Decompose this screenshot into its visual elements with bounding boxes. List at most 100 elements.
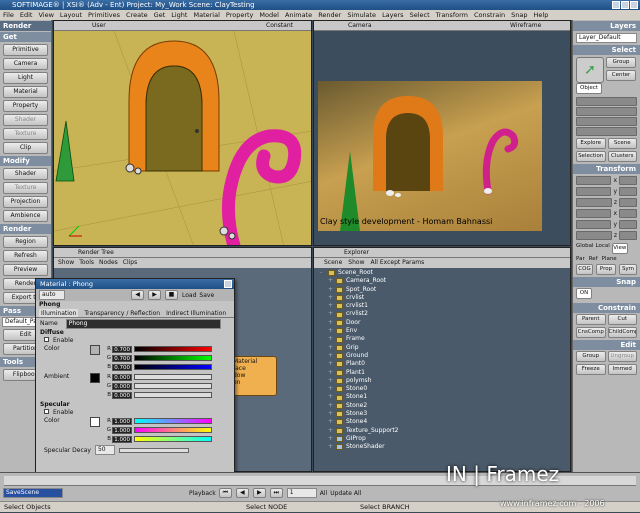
- ambient-swatch[interactable]: [90, 373, 100, 383]
- tree-item[interactable]: + Grip: [320, 344, 570, 352]
- menu-material[interactable]: Material: [193, 10, 219, 20]
- tab-indirect[interactable]: Indirect Illumination: [166, 309, 226, 317]
- ambient-b-slider[interactable]: [134, 392, 212, 398]
- render-tree-menu-show[interactable]: Show: [58, 258, 74, 268]
- specular-g-value[interactable]: 1.000: [112, 426, 132, 434]
- ambient-r-value[interactable]: 0.000: [112, 373, 132, 381]
- plane-toggle[interactable]: Plane: [602, 256, 617, 262]
- explorer-menu-show[interactable]: Show: [348, 258, 364, 268]
- camera-button[interactable]: Camera: [3, 58, 48, 70]
- menu-simulate[interactable]: Simulate: [347, 10, 376, 20]
- menu-constrain[interactable]: Constrain: [474, 10, 505, 20]
- diffuse-g-slider[interactable]: [134, 355, 212, 361]
- menu-light[interactable]: Light: [171, 10, 187, 20]
- viewport-label-user[interactable]: User: [92, 21, 106, 31]
- render-tree-menu-tools[interactable]: Tools: [79, 258, 94, 268]
- refresh-button[interactable]: Refresh: [3, 250, 48, 262]
- specular-b-slider[interactable]: [134, 436, 212, 442]
- menu-help[interactable]: Help: [534, 10, 549, 20]
- play-back-icon[interactable]: ◀: [235, 488, 249, 498]
- tree-item[interactable]: + StoneShader: [320, 443, 570, 451]
- diffuse-b-slider[interactable]: [134, 364, 212, 370]
- tree-item[interactable]: + Plant0: [320, 360, 570, 368]
- material-node[interactable]: Material face dow on: [229, 356, 277, 396]
- ambience-button[interactable]: Ambience: [3, 210, 48, 222]
- save-preset-button[interactable]: Save: [199, 292, 214, 299]
- viewport-shading-constant[interactable]: Constant: [266, 21, 293, 31]
- menu-get[interactable]: Get: [154, 10, 166, 20]
- menu-view[interactable]: View: [38, 10, 53, 20]
- tree-item[interactable]: + Stone1: [320, 393, 570, 401]
- playback-menu[interactable]: Playback: [189, 490, 216, 497]
- diffuse-enable-checkbox[interactable]: [44, 337, 49, 342]
- diffuse-r-value[interactable]: 0.700: [112, 345, 132, 353]
- menu-transform[interactable]: Transform: [436, 10, 468, 20]
- ambient-b-value[interactable]: 0.000: [112, 391, 132, 399]
- tree-item[interactable]: + Stone3: [320, 410, 570, 418]
- specular-g-slider[interactable]: [134, 427, 212, 433]
- auto-select[interactable]: auto: [39, 290, 65, 300]
- property-button[interactable]: Property: [3, 100, 48, 112]
- viewport-label-camera[interactable]: Camera: [348, 21, 372, 31]
- diffuse-r-slider[interactable]: [134, 346, 212, 352]
- material-node-port[interactable]: dow: [233, 372, 273, 379]
- diffuse-g-value[interactable]: 0.700: [112, 354, 132, 362]
- snap-on-toggle[interactable]: ON: [576, 288, 592, 299]
- clip-button[interactable]: Clip: [3, 142, 48, 154]
- user-viewport[interactable]: User Constant: [53, 20, 312, 246]
- menu-render[interactable]: Render: [318, 10, 341, 20]
- tree-item[interactable]: + Plant1: [320, 369, 570, 377]
- parent-button[interactable]: Parent: [576, 314, 606, 325]
- tree-item[interactable]: - Scene_Root: [320, 269, 570, 277]
- render-tree-menu-nodes[interactable]: Nodes: [99, 258, 118, 268]
- local-toggle[interactable]: Local: [596, 243, 610, 254]
- ambient-g-slider[interactable]: [134, 383, 212, 389]
- scene-button[interactable]: Scene: [607, 138, 637, 149]
- toolbar-tab-render[interactable]: Render: [0, 21, 51, 31]
- explorer-menu-filter[interactable]: All Except Params: [371, 258, 425, 268]
- menu-edit[interactable]: Edit: [20, 10, 33, 20]
- cnscomp-button[interactable]: CnsComp: [576, 327, 606, 338]
- material-node-port[interactable]: face: [233, 365, 273, 372]
- tree-item[interactable]: + polymsh: [320, 377, 570, 385]
- view-toggle[interactable]: View: [611, 243, 628, 254]
- tab-transparency[interactable]: Transparency / Reflection: [84, 309, 160, 317]
- modify-shader-button[interactable]: Shader: [3, 168, 48, 180]
- menu-model[interactable]: Model: [259, 10, 279, 20]
- tree-item[interactable]: + Camera_Root: [320, 277, 570, 285]
- childcomp-button[interactable]: ChildComp: [607, 327, 637, 338]
- last-frame-icon[interactable]: ⏭: [269, 488, 283, 498]
- freeze-button[interactable]: Freeze: [576, 364, 606, 375]
- tree-item[interactable]: + Env: [320, 327, 570, 335]
- explorer-menu-scene[interactable]: Scene: [324, 258, 342, 268]
- menu-snap[interactable]: Snap: [511, 10, 527, 20]
- load-button[interactable]: Load: [182, 292, 196, 299]
- material-node-port[interactable]: on: [233, 379, 273, 386]
- primitive-button[interactable]: Primitive: [3, 44, 48, 56]
- select-object-button[interactable]: Object: [576, 83, 602, 94]
- ambient-g-value[interactable]: 0.000: [112, 382, 132, 390]
- next-icon[interactable]: ▶: [148, 290, 161, 300]
- menu-primitives[interactable]: Primitives: [88, 10, 120, 20]
- ref-toggle[interactable]: Ref: [589, 256, 598, 262]
- play-icon[interactable]: ▶: [252, 488, 266, 498]
- clusters-button[interactable]: Clusters: [607, 151, 637, 162]
- first-frame-icon[interactable]: ⏮: [218, 488, 232, 498]
- all-button[interactable]: All: [320, 490, 327, 497]
- menu-animate[interactable]: Animate: [285, 10, 312, 20]
- specular-enable-checkbox[interactable]: [44, 409, 49, 414]
- tree-item[interactable]: + Stone2: [320, 402, 570, 410]
- lock-icon[interactable]: ■: [165, 290, 178, 300]
- menu-layers[interactable]: Layers: [382, 10, 404, 20]
- tree-item[interactable]: + crvlist1: [320, 302, 570, 310]
- menu-create[interactable]: Create: [126, 10, 148, 20]
- close-icon[interactable]: [630, 1, 638, 9]
- tree-item[interactable]: + Stone4: [320, 418, 570, 426]
- tree-item[interactable]: + Frame: [320, 335, 570, 343]
- update-all-button[interactable]: Update All: [330, 490, 361, 497]
- maximize-icon[interactable]: [621, 1, 629, 9]
- specular-r-value[interactable]: 1.000: [112, 417, 132, 425]
- texture-button[interactable]: Texture: [3, 128, 48, 140]
- tab-illumination[interactable]: Illumination: [39, 309, 79, 317]
- tree-item[interactable]: + Ground: [320, 352, 570, 360]
